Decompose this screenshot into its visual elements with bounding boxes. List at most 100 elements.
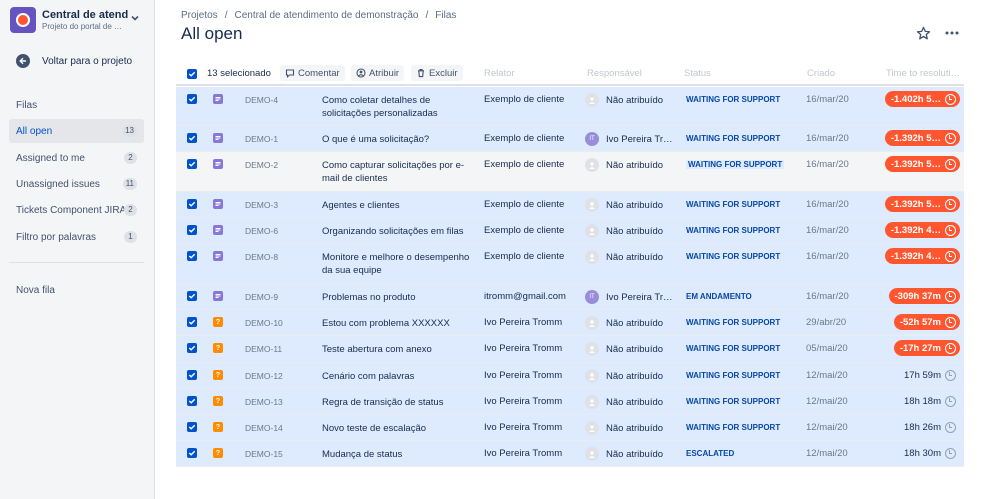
clock-icon — [945, 93, 956, 105]
row-checkbox[interactable] — [187, 448, 197, 458]
more-options-icon[interactable] — [944, 27, 960, 39]
status-badge: EM ANDAMENTO — [686, 292, 752, 301]
sidebar-item-all-open[interactable]: All open 13 — [9, 119, 144, 143]
column-status[interactable]: Status — [684, 68, 711, 79]
queue-label: All open — [16, 125, 53, 137]
status-badge: ESCALATED — [686, 449, 735, 458]
sidebar-item-assigned-to-me[interactable]: Assigned to me 2 — [9, 146, 144, 170]
table-row[interactable]: DEMO-3 Agentes e clientes Exemplo de cli… — [176, 192, 964, 218]
status-badge: WAITING FOR SUPPORT — [686, 344, 781, 353]
row-checkbox[interactable] — [187, 225, 197, 235]
assign-button[interactable]: Atribuir — [351, 65, 405, 81]
assignee-avatar — [585, 224, 599, 238]
issue-summary[interactable]: Regra de transição de status — [322, 396, 472, 409]
select-all-checkbox[interactable] — [187, 69, 197, 79]
row-checkbox[interactable] — [187, 370, 197, 380]
issue-key[interactable]: DEMO-9 — [245, 292, 278, 302]
table-row[interactable]: ? DEMO-11 Teste abertura com anexo Ivo P… — [176, 336, 964, 363]
row-checkbox[interactable] — [187, 422, 197, 432]
issue-key[interactable]: DEMO-15 — [245, 449, 283, 459]
new-queue-link[interactable]: Nova fila — [16, 285, 55, 296]
sidebar-item-unassigned-issues[interactable]: Unassigned issues 11 — [9, 172, 144, 196]
issue-summary[interactable]: Como capturar solicitações por e-mail de… — [322, 159, 472, 185]
assignee-name: Não atribuído — [606, 396, 664, 408]
issue-summary[interactable]: Cenário com palavras — [322, 370, 472, 383]
issue-assignee: Não atribuído — [585, 447, 663, 461]
table-row[interactable]: ? DEMO-10 Estou com problema XXXXXX Ivo … — [176, 310, 964, 336]
issue-key[interactable]: DEMO-2 — [245, 160, 278, 170]
delete-button[interactable]: Excluir — [411, 65, 463, 81]
breadcrumb-project[interactable]: Central de atendimento de demonstração — [234, 10, 418, 21]
sla-value: -1.392h 4… — [890, 224, 941, 236]
task-type-icon — [213, 199, 223, 209]
issue-summary[interactable]: Como coletar detalhes de solicitações pe… — [322, 94, 472, 120]
column-reporter[interactable]: Relator — [484, 68, 515, 79]
issue-key[interactable]: DEMO-14 — [245, 423, 283, 433]
star-icon[interactable] — [916, 26, 931, 41]
status-badge: WAITING FOR SUPPORT — [686, 318, 781, 327]
table-row[interactable]: ? DEMO-13 Regra de transição de status I… — [176, 389, 964, 415]
issue-summary[interactable]: Estou com problema XXXXXX — [322, 317, 472, 330]
issue-summary[interactable]: Problemas no produto — [322, 291, 472, 304]
sidebar-item-tickets-component-jira[interactable]: Tickets Component JIRA 2 — [9, 198, 144, 222]
issue-summary[interactable]: Novo teste de escalação — [322, 422, 472, 435]
issue-key[interactable]: DEMO-4 — [245, 95, 278, 105]
comment-button[interactable]: Comentar — [280, 65, 345, 81]
table-row[interactable]: ? DEMO-14 Novo teste de escalação Ivo Pe… — [176, 415, 964, 441]
table-row[interactable]: DEMO-6 Organizando solicitações em filas… — [176, 218, 964, 244]
table-row[interactable]: ? DEMO-12 Cenário com palavras Ivo Perei… — [176, 363, 964, 389]
table-row[interactable]: DEMO-9 Problemas no produto itromm@gmail… — [176, 284, 964, 310]
issue-summary[interactable]: Agentes e clientes — [322, 199, 472, 212]
issue-key[interactable]: DEMO-8 — [245, 252, 278, 262]
sla-time-to-resolution: -17h 27m — [893, 340, 960, 356]
breadcrumb-projects[interactable]: Projetos — [181, 10, 218, 21]
issue-key[interactable]: DEMO-10 — [245, 318, 283, 328]
row-checkbox[interactable] — [187, 251, 197, 261]
issue-key[interactable]: DEMO-12 — [245, 371, 283, 381]
table-row[interactable]: DEMO-2 Como capturar solicitações por e-… — [176, 152, 964, 192]
issue-key[interactable]: DEMO-1 — [245, 134, 278, 144]
row-checkbox[interactable] — [187, 396, 197, 406]
issue-key[interactable]: DEMO-3 — [245, 200, 278, 210]
row-checkbox[interactable] — [187, 133, 197, 143]
issue-summary[interactable]: Monitore e melhore o desempenho da sua e… — [322, 251, 472, 277]
table-row[interactable]: DEMO-1 O que é uma solicitação? Exemplo … — [176, 126, 964, 152]
issue-key[interactable]: DEMO-11 — [245, 344, 282, 354]
row-checkbox[interactable] — [187, 94, 197, 104]
queue-count: 2 — [124, 204, 137, 216]
chevron-down-icon[interactable] — [130, 13, 140, 23]
table-row[interactable]: ? DEMO-15 Mudança de status Ivo Pereira … — [176, 441, 964, 467]
issue-summary[interactable]: O que é uma solicitação? — [322, 133, 472, 146]
breadcrumb-queues[interactable]: Filas — [435, 10, 456, 21]
back-to-project-link[interactable]: Voltar para o projeto — [16, 54, 132, 68]
sidebar-divider — [9, 262, 144, 263]
clock-icon — [945, 290, 956, 302]
column-time-to-resolution[interactable]: Time to resoluti… — [886, 68, 960, 79]
issue-assignee: Não atribuído — [585, 224, 663, 238]
status-badge: WAITING FOR SUPPORT — [686, 397, 781, 406]
issue-key[interactable]: DEMO-6 — [245, 226, 278, 236]
issue-summary[interactable]: Organizando solicitações em filas — [322, 225, 472, 238]
sidebar-item-filtro-por-palavras[interactable]: Filtro por palavras 1 — [9, 225, 144, 249]
row-checkbox[interactable] — [187, 159, 197, 169]
issue-summary[interactable]: Teste abertura com anexo — [322, 343, 472, 356]
row-checkbox[interactable] — [187, 291, 197, 301]
row-checkbox[interactable] — [187, 317, 197, 327]
issue-key[interactable]: DEMO-13 — [245, 397, 283, 407]
project-switcher[interactable]: Central de atendim… Projeto do portal de… — [10, 7, 128, 33]
assignee-name: Não atribuído — [606, 422, 664, 434]
column-created[interactable]: Criado — [807, 68, 835, 79]
assignee-name: Não atribuído — [606, 94, 664, 106]
row-checkbox[interactable] — [187, 199, 197, 209]
issue-assignee: Não atribuído — [585, 158, 663, 172]
table-row[interactable]: DEMO-8 Monitore e melhore o desempenho d… — [176, 244, 964, 284]
column-assignee[interactable]: Responsável — [587, 68, 642, 79]
issue-reporter: Ivo Pereira Tromm — [484, 370, 563, 381]
issue-summary[interactable]: Mudança de status — [322, 448, 472, 461]
row-checkbox[interactable] — [187, 343, 197, 353]
sla-time-to-resolution: 18h 18m — [898, 393, 960, 409]
assignee-avatar: IT — [585, 290, 599, 304]
sla-time-to-resolution: 17h 59m — [898, 367, 960, 383]
table-row[interactable]: DEMO-4 Como coletar detalhes de solicita… — [176, 87, 964, 126]
queue-label: Filtro por palavras — [16, 231, 97, 243]
